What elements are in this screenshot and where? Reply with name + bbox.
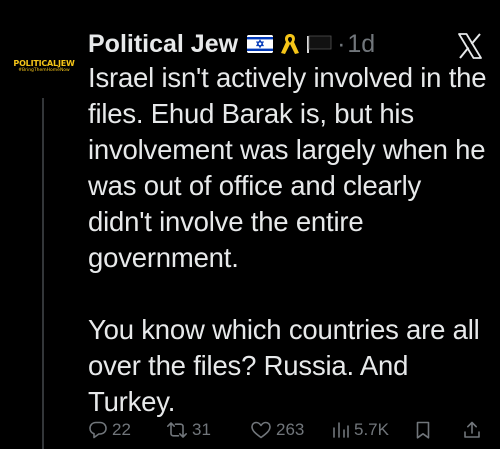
avatar-logo-text: POLITICALJEW: [13, 58, 75, 68]
share-icon: [462, 420, 482, 440]
repost-icon: [166, 420, 188, 440]
tweet-actions-bar: 22 31 263 5.7K: [0, 415, 500, 445]
yellow-ribbon-icon: [279, 31, 301, 57]
repost-button[interactable]: 31: [166, 415, 211, 445]
israel-flag-icon: [247, 35, 274, 53]
share-button[interactable]: [462, 415, 482, 445]
heart-icon: [250, 420, 272, 440]
x-logo-icon: [456, 32, 484, 60]
views-button[interactable]: 5.7K: [332, 415, 389, 445]
bookmark-button[interactable]: [414, 415, 432, 445]
avatar[interactable]: POLITICALJEW #BringThemHomeNow: [13, 56, 75, 76]
reply-count: 22: [112, 420, 131, 439]
tweet-text: Israel isn't actively involved in the fi…: [88, 62, 487, 417]
thread-line: [42, 98, 44, 449]
tweet-timestamp[interactable]: 1d: [347, 30, 375, 59]
like-count: 263: [276, 420, 305, 439]
author-display-name[interactable]: Political Jew: [88, 30, 238, 59]
avatar-logo-subtext: #BringThemHomeNow: [18, 67, 70, 73]
like-button[interactable]: 263: [250, 415, 304, 445]
views-bar-chart-icon: [332, 420, 350, 440]
reply-icon: [88, 420, 108, 440]
black-flag-icon: [305, 33, 333, 55]
repost-count: 31: [192, 420, 211, 439]
reply-button[interactable]: 22: [88, 415, 131, 445]
bookmark-icon: [414, 420, 432, 440]
tweet-header: Political Jew · 1d: [88, 26, 375, 62]
views-count: 5.7K: [354, 420, 389, 439]
meta-separator: ·: [337, 29, 346, 58]
